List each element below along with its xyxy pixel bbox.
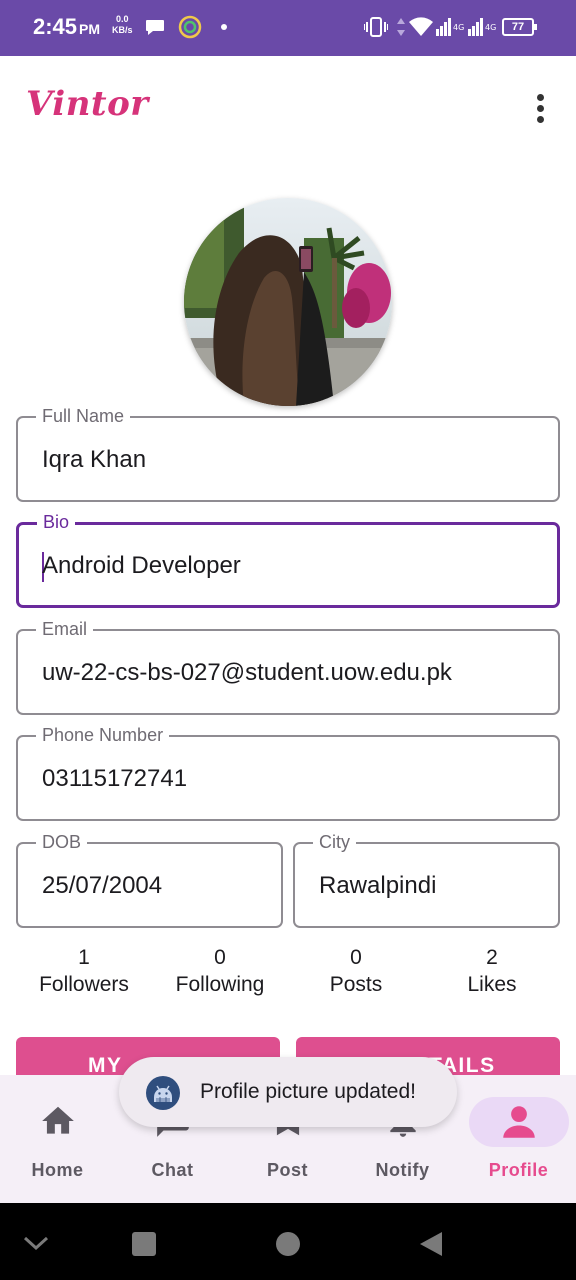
person-icon xyxy=(468,1097,569,1147)
bio-value: Android Developer xyxy=(42,552,241,579)
stat-label: Posts xyxy=(329,973,383,996)
phone-field[interactable]: Phone Number 03115172741 xyxy=(16,724,560,821)
android-icon xyxy=(146,1076,180,1110)
nav-notify-label: Notify xyxy=(375,1160,430,1180)
stat-value: 2 xyxy=(486,946,498,969)
dob-field[interactable]: DOB 25/07/2004 xyxy=(16,831,283,928)
profile-avatar[interactable] xyxy=(184,198,392,406)
chevron-down-icon[interactable] xyxy=(22,1233,50,1253)
nav-home[interactable]: Home xyxy=(0,1075,115,1203)
nav-home-label: Home xyxy=(31,1160,84,1180)
back-icon[interactable] xyxy=(418,1230,444,1258)
wifi-icon xyxy=(409,17,433,36)
toast-text: Profile picture updated! xyxy=(200,1080,416,1103)
city-field[interactable]: City Rawalpindi xyxy=(293,831,560,928)
status-time: 2:45 PM xyxy=(33,14,101,39)
full-name-label: Full Name xyxy=(36,405,131,427)
stat-label: Following xyxy=(175,973,265,996)
email-value: uw-22-cs-bs-027@student.uow.edu.pk xyxy=(42,659,452,686)
chat-bubble-icon xyxy=(146,20,164,35)
system-navigation-bar xyxy=(0,1203,576,1280)
app-title: Vintor xyxy=(26,84,149,124)
status-bar: 2:45 PM 0.0 KB/s 4G 4G 77 xyxy=(0,0,576,56)
app-bar: Vintor xyxy=(0,56,576,160)
phone-label: Phone Number xyxy=(36,724,170,746)
nav-chat-label: Chat xyxy=(151,1160,194,1180)
more-vert-icon[interactable] xyxy=(524,92,558,126)
bio-field[interactable]: Bio Android Developer xyxy=(16,511,560,608)
phone-value: 03115172741 xyxy=(42,765,188,792)
stat-followers[interactable]: 1 Followers xyxy=(14,944,154,998)
battery-icon: 77 xyxy=(502,18,537,36)
stat-value: 0 xyxy=(350,946,362,969)
circle-app-icon xyxy=(178,15,202,39)
stat-value: 1 xyxy=(78,946,90,969)
svg-text:4G: 4G xyxy=(453,23,464,32)
stat-likes[interactable]: 2 Likes xyxy=(422,944,562,998)
toast-message: Profile picture updated! xyxy=(119,1057,457,1127)
stat-posts[interactable]: 0 Posts xyxy=(286,944,426,998)
stat-label: Likes xyxy=(467,973,517,996)
signal-4g-icon: 4G xyxy=(468,18,496,36)
nav-post-label: Post xyxy=(266,1160,308,1180)
city-value: Rawalpindi xyxy=(319,872,437,899)
full-name-value: Iqra Khan xyxy=(42,446,147,473)
dot-icon xyxy=(221,24,227,30)
full-name-field[interactable]: Full Name Iqra Khan xyxy=(16,405,560,502)
home-circle-icon[interactable] xyxy=(275,1231,301,1257)
network-speed: 0.0 KB/s xyxy=(112,14,133,35)
dob-label: DOB xyxy=(36,831,88,853)
vibrate-icon xyxy=(364,17,388,37)
stat-label: Followers xyxy=(39,973,129,996)
email-label: Email xyxy=(36,618,94,640)
my-posts-button-label: MY xyxy=(88,1054,123,1077)
dob-value: 25/07/2004 xyxy=(42,872,163,899)
data-arrows-icon xyxy=(397,18,405,36)
stat-value: 0 xyxy=(214,946,226,969)
recents-icon[interactable] xyxy=(131,1231,157,1257)
signal-4g-icon: 4G xyxy=(436,18,464,36)
bio-label: Bio xyxy=(37,511,76,533)
nav-profile-label: Profile xyxy=(488,1160,549,1180)
svg-text:4G: 4G xyxy=(485,23,496,32)
home-icon xyxy=(8,1097,108,1147)
email-field[interactable]: Email uw-22-cs-bs-027@student.uow.edu.pk xyxy=(16,618,560,715)
nav-profile[interactable]: Profile xyxy=(461,1075,576,1203)
city-label: City xyxy=(313,831,356,853)
stat-following[interactable]: 0 Following xyxy=(150,944,290,998)
